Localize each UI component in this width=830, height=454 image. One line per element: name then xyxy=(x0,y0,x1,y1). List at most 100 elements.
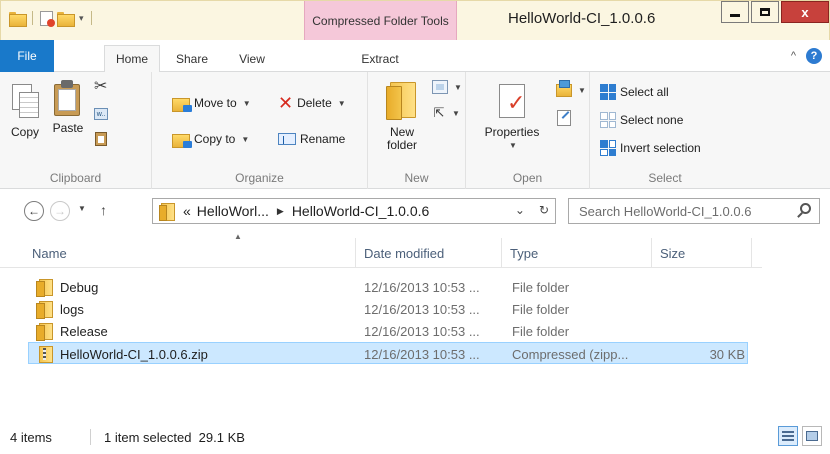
back-button[interactable]: ← xyxy=(24,201,44,221)
tab-share[interactable]: Share xyxy=(172,46,212,72)
minimize-button[interactable] xyxy=(721,1,749,23)
breadcrumb-item[interactable]: HelloWorld-CI_1.0.0.6 xyxy=(292,203,429,219)
tab-home[interactable]: Home xyxy=(104,45,160,73)
move-to-button[interactable]: Move to ▼ xyxy=(172,96,251,112)
copy-button[interactable]: Copy xyxy=(8,84,42,139)
search-placeholder: Search HelloWorld-CI_1.0.0.6 xyxy=(579,203,752,219)
properties-button[interactable]: Properties ▼ xyxy=(480,84,544,152)
maximize-icon xyxy=(760,8,770,16)
table-row-selected[interactable]: HelloWorld-CI_1.0.0.6.zip 12/16/2013 10:… xyxy=(28,342,748,364)
file-type: Compressed (zipp... xyxy=(512,346,629,362)
select-none-button[interactable]: Select none xyxy=(600,112,683,128)
search-icon[interactable] xyxy=(800,203,811,214)
window-controls: x xyxy=(721,1,829,25)
copy-to-icon xyxy=(172,132,192,148)
edit-button[interactable] xyxy=(557,110,571,126)
open-icon xyxy=(556,80,572,97)
breadcrumb-separator-icon[interactable]: ▶ xyxy=(277,206,284,217)
new-folder-button[interactable]: New folder xyxy=(380,82,424,152)
chevron-down-icon: ▼ xyxy=(452,108,460,118)
invert-selection-icon xyxy=(600,140,616,156)
clipboard-group-label: Clipboard xyxy=(49,171,102,185)
select-group: Select all Select none Invert selection … xyxy=(590,72,740,189)
invert-selection-button[interactable]: Invert selection xyxy=(600,140,701,156)
organize-group: Move to ▼ ✕ Delete ▼ Copy to ▼ Rename Or… xyxy=(152,72,368,189)
file-date: 12/16/2013 10:53 ... xyxy=(364,279,480,295)
properties-icon[interactable] xyxy=(40,10,55,27)
window-title: HelloWorld-CI_1.0.0.6 xyxy=(508,10,656,27)
details-view-icon xyxy=(782,431,794,441)
up-arrow-icon[interactable]: ↑ xyxy=(100,202,107,218)
help-icon[interactable]: ? xyxy=(806,48,822,64)
address-bar[interactable]: « HelloWorl... ▶ HelloWorld-CI_1.0.0.6 ⌄… xyxy=(152,198,556,224)
invert-selection-label: Invert selection xyxy=(620,141,701,155)
open-button[interactable]: ▼ xyxy=(556,80,586,97)
table-row[interactable]: logs 12/16/2013 10:53 ... File folder xyxy=(0,298,762,320)
compressed-folder-tools-header: Compressed Folder Tools xyxy=(304,1,457,41)
customize-qat-icon[interactable]: ▾ xyxy=(79,13,84,24)
file-rows: Debug 12/16/2013 10:53 ... File folder l… xyxy=(0,276,762,364)
copy-to-button[interactable]: Copy to ▼ xyxy=(172,132,250,148)
table-row[interactable]: Release 12/16/2013 10:53 ... File folder xyxy=(0,320,762,342)
move-to-label: Move to xyxy=(194,96,237,110)
ribbon-help-area: ^ ? xyxy=(791,48,822,64)
chevron-down-icon: ▼ xyxy=(241,134,250,144)
new-folder-icon[interactable] xyxy=(57,11,75,27)
chevron-down-icon: ▼ xyxy=(337,98,346,108)
file-date: 12/16/2013 10:53 ... xyxy=(364,323,480,339)
tab-extract[interactable]: Extract xyxy=(345,46,415,72)
large-icons-view-button[interactable] xyxy=(802,426,822,446)
sort-ascending-icon: ▲ xyxy=(234,232,242,241)
chevron-down-icon[interactable]: ⌄ xyxy=(515,203,525,217)
quick-access-toolbar: ▾ xyxy=(9,7,95,29)
navigation-bar: ← → ▼ ↑ « HelloWorl... ▶ HelloWorld-CI_1… xyxy=(0,190,830,234)
new-item-icon xyxy=(432,80,448,94)
properties-icon xyxy=(497,84,527,122)
paste-button[interactable]: Paste xyxy=(48,80,88,135)
search-input[interactable]: Search HelloWorld-CI_1.0.0.6 xyxy=(568,198,820,224)
maximize-button[interactable] xyxy=(751,1,779,23)
breadcrumb-item[interactable]: HelloWorl... xyxy=(197,203,269,219)
paste-shortcut-button[interactable] xyxy=(95,132,107,146)
recent-locations-chevron-icon[interactable]: ▼ xyxy=(78,204,86,213)
refresh-icon[interactable]: ↻ xyxy=(539,203,549,217)
folder-icon xyxy=(36,323,53,341)
delete-label: Delete xyxy=(297,96,332,110)
qat-separator xyxy=(32,11,33,25)
rename-button[interactable]: Rename xyxy=(278,132,345,146)
close-button[interactable]: x xyxy=(781,1,829,23)
folder-icon xyxy=(36,279,53,297)
copy-path-icon: w.. xyxy=(94,108,108,120)
column-size[interactable]: Size xyxy=(652,238,752,268)
status-separator xyxy=(90,429,91,445)
file-date: 12/16/2013 10:53 ... xyxy=(364,301,480,317)
tab-view[interactable]: View xyxy=(232,46,272,72)
easy-access-button[interactable]: ⇱ ▼ xyxy=(432,106,460,120)
minimize-ribbon-icon[interactable]: ^ xyxy=(791,50,796,62)
paste-label: Paste xyxy=(52,121,84,135)
column-name-label: Name xyxy=(32,245,67,261)
forward-arrow-icon: → xyxy=(54,204,66,218)
item-count: 4 items xyxy=(10,430,52,445)
cut-button[interactable]: ✂ xyxy=(94,79,107,95)
chevron-down-icon: ▼ xyxy=(242,98,251,108)
tab-file[interactable]: File xyxy=(0,40,54,72)
file-size: 30 KB xyxy=(709,346,745,362)
copy-path-button[interactable]: w.. xyxy=(94,108,108,120)
column-size-label: Size xyxy=(660,245,686,261)
forward-button[interactable]: → xyxy=(50,201,70,221)
file-type: File folder xyxy=(512,301,570,317)
select-all-button[interactable]: Select all xyxy=(600,84,669,100)
details-view-button[interactable] xyxy=(778,426,798,446)
select-all-label: Select all xyxy=(620,85,669,99)
column-date-modified[interactable]: Date modified xyxy=(356,238,502,268)
delete-button[interactable]: ✕ Delete ▼ xyxy=(278,94,346,112)
new-item-button[interactable]: ▼ xyxy=(432,80,462,94)
column-type[interactable]: Type xyxy=(502,238,652,268)
file-type: File folder xyxy=(512,323,570,339)
breadcrumb-overflow[interactable]: « xyxy=(183,203,191,219)
column-name[interactable]: Name ▲ xyxy=(24,232,356,268)
table-row[interactable]: Debug 12/16/2013 10:53 ... File folder xyxy=(0,276,762,298)
file-name: HelloWorld-CI_1.0.0.6.zip xyxy=(60,346,208,362)
select-none-icon xyxy=(600,112,616,128)
